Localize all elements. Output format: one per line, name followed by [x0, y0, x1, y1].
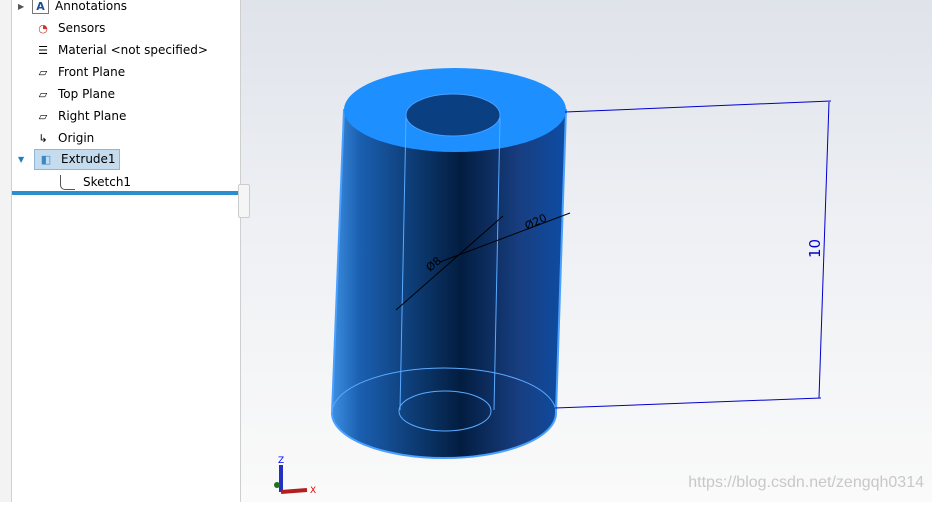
plane-icon: ▱: [38, 65, 48, 79]
origin-icon: ↳: [38, 131, 48, 145]
watermark: https://blog.csdn.net/zengqh0314: [688, 474, 924, 491]
tree-item-material[interactable]: ☰ Material <not specified>: [34, 40, 208, 60]
tree-item-extrude1[interactable]: ▼ ◧ Extrude1: [18, 148, 120, 170]
feature-tree: ▶ A Annotations ◔ Sensors ☰ Material <not sp…: [12, 0, 241, 502]
height-dimension: [554, 100, 832, 409]
tree-item-origin[interactable]: ↳ Origin: [34, 128, 94, 148]
plane-icon: ▱: [38, 109, 48, 123]
tree-item-front-plane[interactable]: ▱ Front Plane: [34, 62, 125, 82]
cylinder-body: [330, 109, 568, 459]
tree-item-sketch1[interactable]: Sketch1: [60, 172, 131, 192]
tree-item-annotations[interactable]: ▶ A Annotations: [18, 0, 127, 16]
material-icon: ☰: [38, 43, 48, 57]
rollback-bar[interactable]: [12, 191, 238, 195]
left-strip: [0, 0, 12, 502]
extrude-icon: ◧: [40, 152, 52, 166]
height-dimension-label[interactable]: 10: [806, 239, 824, 258]
svg-text:Z: Z: [278, 456, 284, 466]
tree-item-sensors[interactable]: ◔ Sensors: [34, 18, 105, 38]
sensors-icon: ◔: [38, 21, 48, 35]
annotations-icon: A: [32, 0, 49, 14]
tree-item-right-plane[interactable]: ▱ Right Plane: [34, 106, 127, 126]
graphics-viewport[interactable]: 10 Ø8 Ø20 Z X https://blog.csdn.net/zeng…: [241, 0, 932, 502]
model-view: 10 Ø8 Ø20 Z X: [274, 68, 832, 496]
panel-resize-handle[interactable]: [238, 184, 250, 218]
plane-icon: ▱: [38, 87, 48, 101]
inner-hole: [405, 93, 501, 137]
sketch-icon: [60, 174, 75, 190]
svg-text:X: X: [310, 486, 316, 496]
triad-icon: Z X: [274, 456, 316, 496]
tree-item-top-plane[interactable]: ▱ Top Plane: [34, 84, 115, 104]
